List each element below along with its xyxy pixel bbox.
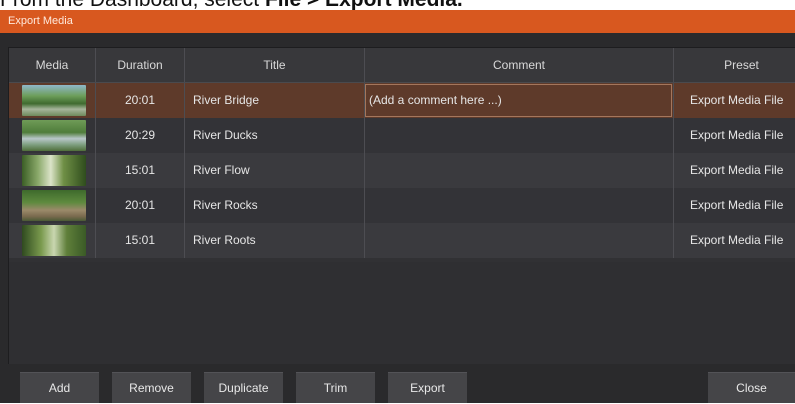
export-media-dialog: Export Media Media Duration Title Commen… [0,10,795,403]
trim-button[interactable]: Trim [296,372,375,403]
add-button[interactable]: Add [20,372,99,403]
duplicate-button[interactable]: Duplicate [204,372,283,403]
table-row[interactable]: 20:01 River Rocks Export Media File▼ [9,188,795,223]
media-cell [9,118,96,153]
preset-dropdown[interactable]: Export Media File▼ [674,118,795,153]
column-header-comment[interactable]: Comment [365,48,674,82]
preset-label: Export Media File [690,233,784,247]
comment-cell[interactable] [365,223,674,258]
table-row[interactable]: 20:29 River Ducks Export Media File▼ [9,118,795,153]
comment-cell[interactable] [365,153,674,188]
comment-cell[interactable] [365,188,674,223]
video-thumbnail [22,120,86,151]
media-cell [9,223,96,258]
dialog-title: Export Media [0,10,795,33]
preset-label: Export Media File [690,93,784,107]
media-cell [9,83,96,118]
title-cell[interactable]: River Flow [185,153,365,188]
preset-dropdown[interactable]: Export Media File▼ [674,83,795,118]
table-row[interactable]: 15:01 River Flow Export Media File▼ [9,153,795,188]
title-cell[interactable]: River Rocks [185,188,365,223]
duration-cell: 15:01 [96,223,185,258]
title-cell[interactable]: River Ducks [185,118,365,153]
video-thumbnail [22,190,86,221]
video-thumbnail [22,225,86,256]
title-cell[interactable]: River Bridge [185,83,365,118]
remove-button[interactable]: Remove [112,372,191,403]
table-empty-area [9,262,795,364]
preset-dropdown[interactable]: Export Media File▼ [674,188,795,223]
comment-edit-box[interactable] [365,84,672,117]
video-thumbnail [22,85,86,116]
export-button[interactable]: Export [388,372,467,403]
table-row[interactable]: 20:01 River Bridge (Add a comment here .… [9,83,795,118]
column-header-title[interactable]: Title [185,48,365,82]
duration-cell: 20:29 [96,118,185,153]
preset-label: Export Media File [690,198,784,212]
preset-dropdown[interactable]: Export Media File▼ [674,223,795,258]
media-cell [9,188,96,223]
comment-cell[interactable] [365,118,674,153]
video-thumbnail [22,155,86,186]
duration-cell: 15:01 [96,153,185,188]
column-header-duration[interactable]: Duration [96,48,185,82]
preset-label: Export Media File [690,128,784,142]
media-table: Media Duration Title Comment Preset 20:0… [8,47,795,364]
column-header-preset[interactable]: Preset [674,48,795,82]
title-cell[interactable]: River Roots [185,223,365,258]
duration-cell: 20:01 [96,83,185,118]
close-button[interactable]: Close [708,372,795,403]
table-row[interactable]: 15:01 River Roots Export Media File▼ [9,223,795,258]
preset-dropdown[interactable]: Export Media File▼ [674,153,795,188]
preset-label: Export Media File [690,163,784,177]
duration-cell: 20:01 [96,188,185,223]
column-header-media[interactable]: Media [9,48,96,82]
media-cell [9,153,96,188]
table-header: Media Duration Title Comment Preset [9,48,795,83]
